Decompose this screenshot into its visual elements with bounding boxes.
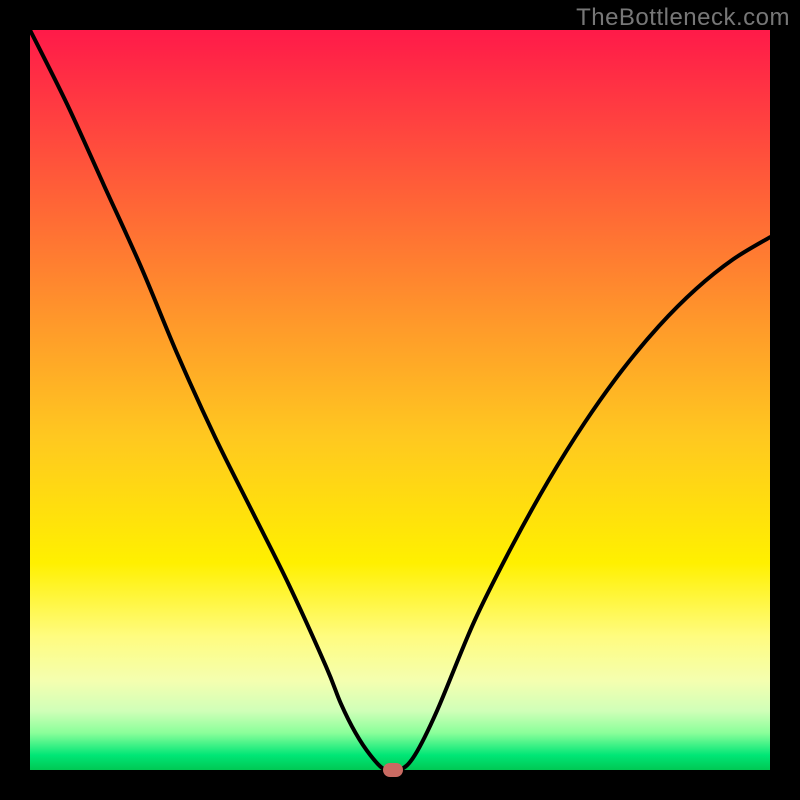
chart-frame: TheBottleneck.com	[0, 0, 800, 800]
watermark-text: TheBottleneck.com	[576, 4, 790, 32]
bottleneck-curve	[30, 30, 770, 770]
optimal-marker	[383, 763, 403, 777]
curve-path	[30, 30, 770, 770]
plot-area	[30, 30, 770, 770]
